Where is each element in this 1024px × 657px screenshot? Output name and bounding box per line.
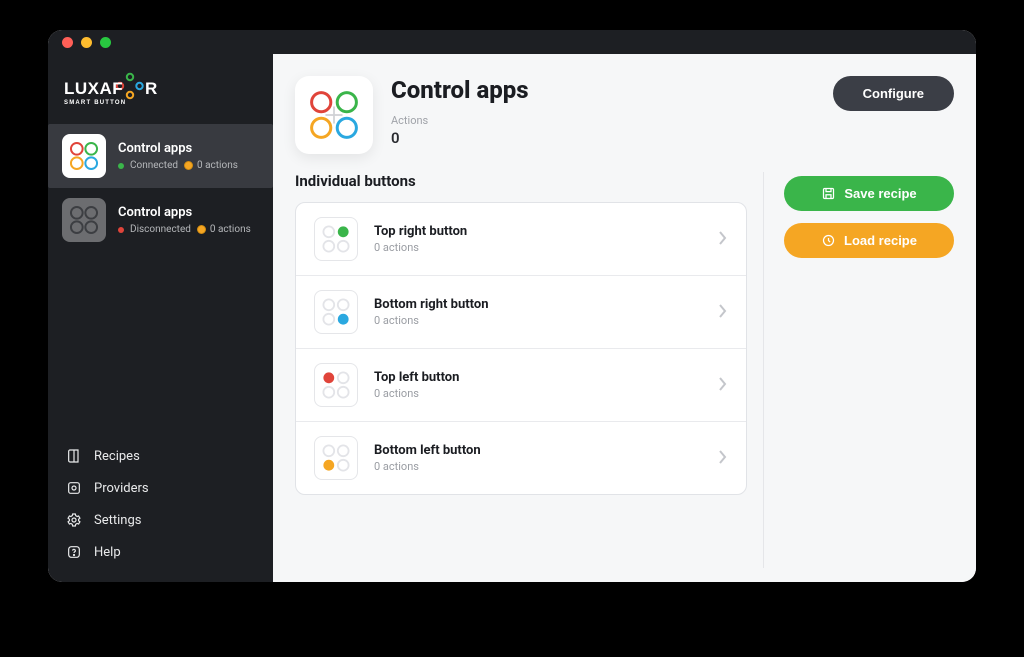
device-status-row: Disconnected 0 actions <box>118 224 251 235</box>
device-icon <box>62 198 106 242</box>
button-row-top-right[interactable]: Top right button 0 actions <box>296 203 746 275</box>
button-icon <box>314 217 358 261</box>
help-icon <box>66 544 82 560</box>
button-title: Top left button <box>374 370 702 385</box>
button-sub: 0 actions <box>374 314 702 327</box>
device-status: Connected <box>130 160 178 171</box>
device-actions: 0 actions <box>197 160 238 171</box>
device-title: Control apps <box>118 141 238 156</box>
button-list: Top right button 0 actions <box>295 202 747 495</box>
close-icon[interactable] <box>62 37 73 48</box>
maximize-icon[interactable] <box>100 37 111 48</box>
button-icon <box>314 363 358 407</box>
page-header: Control apps Actions 0 Configure <box>295 76 954 154</box>
nav-help[interactable]: Help <box>48 536 273 568</box>
load-recipe-label: Load recipe <box>844 233 917 248</box>
status-dot-icon <box>118 163 124 169</box>
nav-label: Settings <box>94 513 141 528</box>
nav-label: Help <box>94 545 121 560</box>
nav-label: Recipes <box>94 449 140 464</box>
device-status: Disconnected <box>130 224 191 235</box>
button-sub: 0 actions <box>374 387 702 400</box>
save-icon <box>821 186 836 201</box>
brand-sub: SMART BUTTON <box>64 100 126 106</box>
device-item-0[interactable]: Control apps Connected 0 actions <box>48 124 273 188</box>
button-icon <box>314 436 358 480</box>
device-icon <box>62 134 106 178</box>
gear-icon <box>66 512 82 528</box>
svg-text:R: R <box>145 79 157 98</box>
coin-icon <box>184 161 193 170</box>
device-actions: 0 actions <box>210 224 251 235</box>
button-title: Bottom right button <box>374 297 702 312</box>
page-title: Control apps <box>391 76 815 104</box>
load-icon <box>821 233 836 248</box>
save-recipe-button[interactable]: Save recipe <box>784 176 954 211</box>
button-sub: 0 actions <box>374 460 702 473</box>
device-item-1[interactable]: Control apps Disconnected 0 actions <box>48 188 273 252</box>
actions-caption: Actions <box>391 114 815 127</box>
titlebar <box>48 30 976 54</box>
button-row-top-left[interactable]: Top left button 0 actions <box>296 348 746 421</box>
nav-providers[interactable]: Providers <box>48 472 273 504</box>
save-recipe-label: Save recipe <box>844 186 916 201</box>
actions-panel: Save recipe Load recipe <box>764 172 954 568</box>
main-content: Control apps Actions 0 Configure Individ… <box>273 54 976 582</box>
minimize-icon[interactable] <box>81 37 92 48</box>
nav-settings[interactable]: Settings <box>48 504 273 536</box>
app-window: LUXAF R SMART BUTTON <box>48 30 976 582</box>
nav-label: Providers <box>94 481 149 496</box>
coin-icon <box>197 225 206 234</box>
providers-icon <box>66 480 82 496</box>
button-title: Top right button <box>374 224 702 239</box>
button-icon <box>314 290 358 334</box>
svg-text:LUXAF: LUXAF <box>64 79 123 98</box>
actions-count: 0 <box>391 129 815 147</box>
device-title: Control apps <box>118 205 251 220</box>
chevron-right-icon <box>718 449 728 468</box>
button-title: Bottom left button <box>374 443 702 458</box>
button-row-bottom-left[interactable]: Bottom left button 0 actions <box>296 421 746 494</box>
bottom-nav: Recipes Providers Settings Help <box>48 430 273 582</box>
nav-recipes[interactable]: Recipes <box>48 440 273 472</box>
button-sub: 0 actions <box>374 241 702 254</box>
hero-device-icon <box>295 76 373 154</box>
chevron-right-icon <box>718 376 728 395</box>
book-icon <box>66 448 82 464</box>
button-row-bottom-right[interactable]: Bottom right button 0 actions <box>296 275 746 348</box>
sidebar: LUXAF R SMART BUTTON <box>48 54 273 582</box>
configure-button[interactable]: Configure <box>833 76 954 111</box>
load-recipe-button[interactable]: Load recipe <box>784 223 954 258</box>
section-title: Individual buttons <box>295 172 747 190</box>
chevron-right-icon <box>718 303 728 322</box>
brand-logo: LUXAF R SMART BUTTON <box>48 72 273 124</box>
chevron-right-icon <box>718 230 728 249</box>
status-dot-icon <box>118 227 124 233</box>
device-status-row: Connected 0 actions <box>118 160 238 171</box>
device-list: Control apps Connected 0 actions <box>48 124 273 430</box>
